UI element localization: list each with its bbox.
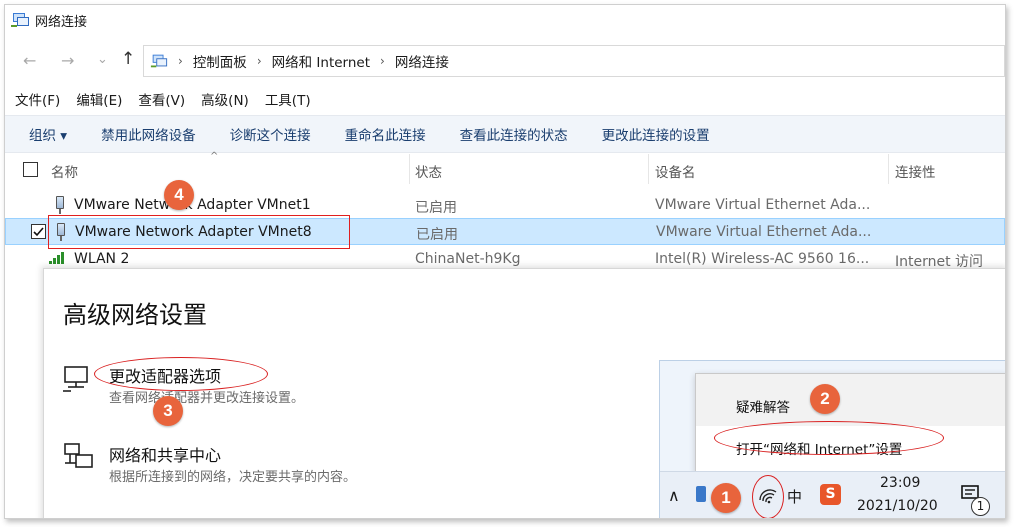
row-status: 已启用	[416, 227, 458, 243]
network-connections-window: 网络连接 ← → ⌄ ↑ › 控制面板 › 网络和 Internet › 网络连…	[4, 4, 1006, 519]
clock-time[interactable]: 23:09	[880, 475, 920, 491]
network-sharing-center-link[interactable]: 网络和共享中心	[109, 442, 221, 466]
recent-locations-button[interactable]: ⌄	[97, 52, 108, 67]
highlight-oval	[714, 421, 944, 455]
menu-edit[interactable]: 编辑(E)	[76, 89, 122, 109]
rename-button[interactable]: 重命名此连接	[345, 124, 426, 144]
navigation-row: ← → ⌄ ↑ › 控制面板 › 网络和 Internet › 网络连接	[5, 45, 1005, 77]
sogou-ime-icon[interactable]: S	[820, 484, 841, 505]
menu-bar: 文件(F) 编辑(E) 查看(V) 高级(N) 工具(T)	[15, 89, 327, 109]
window-title: 网络连接	[35, 14, 88, 30]
menu-advanced[interactable]: 高级(N)	[201, 89, 249, 109]
column-status[interactable]: 状态	[415, 161, 442, 181]
disable-device-button[interactable]: 禁用此网络设备	[101, 124, 196, 144]
select-all-checkbox[interactable]	[23, 162, 38, 177]
breadcrumb-network-connections[interactable]: 网络连接	[395, 51, 449, 71]
organize-button[interactable]: 组织 ▾	[29, 124, 67, 144]
wifi-signal-icon	[49, 252, 69, 264]
app-tray-icon[interactable]	[696, 486, 706, 502]
row-device: VMware Virtual Ethernet Ada...	[655, 197, 871, 213]
annotation-badge-1: 1	[711, 483, 741, 513]
back-button[interactable]: ←	[23, 51, 36, 70]
annotation-badge-2: 2	[810, 384, 840, 414]
annotation-badge-3: 3	[153, 396, 183, 426]
chevron-right-icon: ›	[380, 54, 385, 68]
taskbar-inset: 疑难解答 打开“网络和 Internet”设置 2 ∧ 中 S 23:09 20…	[659, 360, 1005, 518]
menu-tools[interactable]: 工具(T)	[265, 89, 311, 109]
chevron-right-icon: ›	[178, 54, 183, 68]
menu-file[interactable]: 文件(F)	[15, 89, 60, 109]
diagnose-button[interactable]: 诊断这个连接	[230, 124, 311, 144]
breadcrumb-control-panel[interactable]: 控制面板	[193, 51, 247, 71]
notification-count-badge: 1	[971, 497, 990, 516]
command-bar: 组织 ▾ 禁用此网络设备 诊断这个连接 重命名此连接 查看此连接的状态 更改此连…	[5, 115, 1005, 153]
row-device: Intel(R) Wireless-AC 9560 16...	[655, 251, 870, 267]
highlight-oval	[94, 357, 268, 391]
row-status: ChinaNet-h9Kg	[415, 251, 521, 267]
chevron-right-icon: ›	[256, 54, 262, 68]
column-headers: ^ 名称 状态 设备名 连接性	[5, 151, 1005, 184]
show-hidden-icons-button[interactable]: ∧	[668, 486, 680, 505]
highlight-oval	[752, 475, 784, 518]
sort-ascending-icon: ^	[210, 151, 219, 162]
forward-button[interactable]: →	[61, 51, 74, 70]
control-panel-icon	[150, 54, 168, 68]
adapter-monitor-icon	[63, 366, 88, 392]
column-device[interactable]: 设备名	[655, 161, 696, 181]
row-name: WLAN 2	[74, 251, 130, 267]
menu-view[interactable]: 查看(V)	[138, 89, 185, 109]
column-connectivity[interactable]: 连接性	[895, 161, 936, 181]
up-button[interactable]: ↑	[121, 49, 135, 69]
sharing-center-icon	[64, 443, 93, 468]
view-status-button[interactable]: 查看此连接的状态	[460, 124, 568, 144]
highlight-box	[48, 215, 350, 249]
breadcrumb-network-internet[interactable]: 网络和 Internet	[272, 51, 370, 71]
column-name[interactable]: 名称	[51, 161, 78, 181]
row-device: VMware Virtual Ethernet Ada...	[656, 224, 872, 240]
change-settings-button[interactable]: 更改此连接的设置	[602, 124, 710, 144]
network-connections-icon	[11, 12, 29, 28]
clock-date[interactable]: 2021/10/20	[857, 498, 938, 514]
network-adapter-icon	[54, 196, 66, 214]
address-bar[interactable]: › 控制面板 › 网络和 Internet › 网络连接	[143, 45, 1005, 77]
row-checkbox[interactable]	[31, 224, 46, 239]
title-bar: 网络连接	[5, 5, 1005, 35]
check-icon	[33, 227, 44, 237]
menu-troubleshoot[interactable]: 疑难解答	[736, 396, 790, 416]
network-sharing-center-desc: 根据所连接到的网络，决定要共享的内容。	[109, 470, 357, 485]
panel-heading: 高级网络设置	[63, 301, 207, 329]
annotation-badge-4: 4	[164, 180, 194, 210]
input-method-indicator[interactable]: 中	[787, 486, 802, 507]
row-status: 已启用	[415, 200, 457, 216]
